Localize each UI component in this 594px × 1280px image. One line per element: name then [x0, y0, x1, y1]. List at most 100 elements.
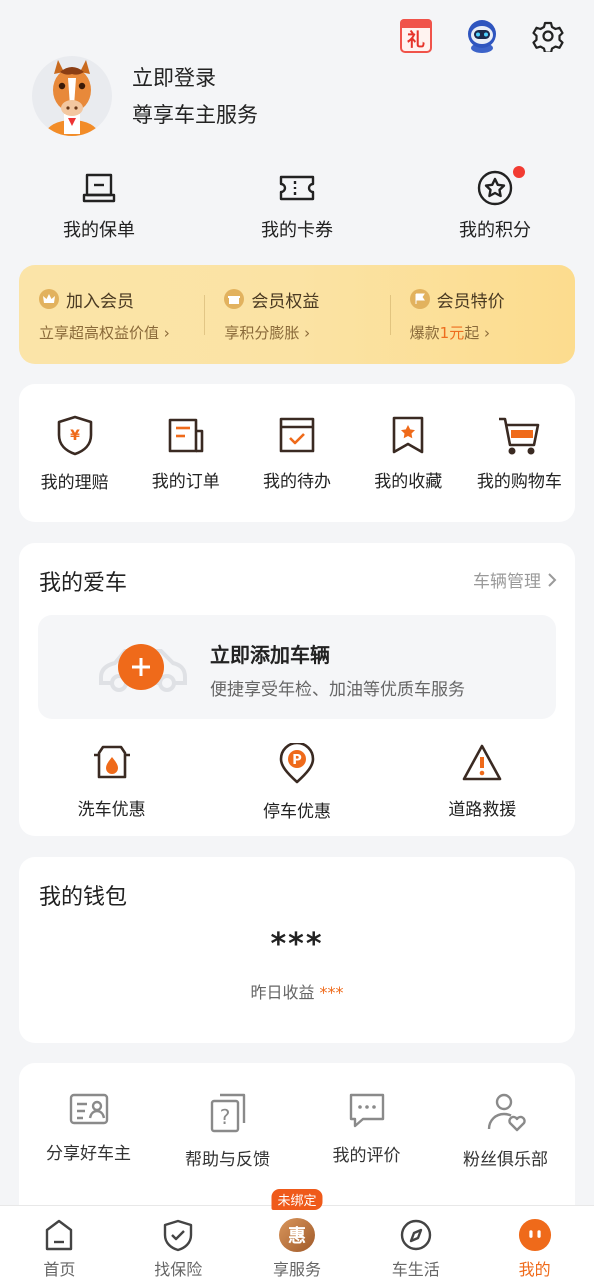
member-title: 加入会员 — [66, 291, 134, 312]
svg-text:¥: ¥ — [70, 428, 80, 444]
vehicle-manage-link[interactable]: 车辆管理 — [473, 567, 557, 592]
crown-icon — [39, 289, 59, 309]
wallet-card[interactable]: 我的钱包 *** 昨日收益 *** — [19, 857, 575, 1043]
service-label: 停车优惠 — [262, 802, 331, 822]
share-card-icon — [69, 1093, 108, 1125]
grid-label: 我的收藏 — [374, 471, 443, 492]
svg-text:?: ? — [219, 1105, 230, 1129]
quick-item-coupon[interactable]: 我的卡券 — [198, 168, 396, 242]
quick-label: 我的保单 — [63, 220, 135, 241]
grid-item-todo[interactable]: 我的待办 — [241, 415, 352, 492]
quick-label: 我的积分 — [459, 220, 531, 241]
service-parking[interactable]: P 停车优惠 — [204, 743, 389, 822]
grid-item-cart[interactable]: 我的购物车 — [464, 415, 575, 492]
order-icon — [168, 418, 204, 452]
coupon-icon — [277, 168, 317, 208]
car-wash-icon — [93, 745, 130, 779]
member-title: 会员特价 — [436, 291, 505, 312]
member-desc: 享积分膨胀 — [224, 323, 300, 342]
tool-share[interactable]: 分享好车主 — [19, 1091, 158, 1170]
tool-label: 粉丝俱乐部 — [463, 1150, 548, 1170]
grid-label: 我的订单 — [151, 471, 220, 492]
quick-item-policy[interactable]: 我的保单 — [0, 168, 198, 242]
orders-grid-card: ¥ 我的理赔 我的订单 我的待办 我的收藏 我的购物车 — [19, 384, 575, 522]
parking-icon: P — [279, 743, 315, 784]
gift-char: 礼 — [407, 30, 425, 51]
help-icon: ? — [210, 1093, 245, 1133]
yesterday-earnings: 昨日收益 *** — [19, 979, 575, 1003]
tab-label: 我的 — [518, 1260, 551, 1279]
service-hui-icon: 惠 — [278, 1218, 315, 1252]
flag-icon — [409, 289, 430, 309]
tab-me[interactable]: 我的 — [475, 1206, 594, 1280]
car-section-title: 我的爱车 — [39, 571, 128, 596]
gift-calendar-icon[interactable]: 礼 — [398, 18, 434, 54]
tool-label: 分享好车主 — [46, 1144, 131, 1164]
home-icon — [46, 1219, 73, 1251]
add-vehicle-plus-button[interactable] — [118, 644, 164, 690]
chevron-right-icon — [548, 572, 557, 587]
member-banner: 加入会员 立享超高权益价值 › 会员权益 享积分膨胀 › 会员特价 爆款1元起 … — [19, 265, 575, 364]
tab-insurance[interactable]: 找保险 — [119, 1206, 238, 1280]
tab-services[interactable]: 未绑定 惠 享服务 — [238, 1189, 357, 1280]
yesterday-value: *** — [319, 983, 344, 1002]
tool-help[interactable]: ? 帮助与反馈 — [158, 1091, 297, 1170]
tab-label: 找保险 — [154, 1260, 203, 1279]
service-label: 道路救援 — [448, 800, 517, 820]
login-link[interactable]: 立即登录 — [132, 63, 258, 93]
service-label: 洗车优惠 — [77, 800, 146, 820]
car-services: 洗车优惠 P 停车优惠 道路救援 — [19, 743, 575, 822]
favorite-icon — [392, 416, 424, 453]
grid-label: 我的理赔 — [40, 472, 109, 493]
profile-section[interactable]: 立即登录 尊享车主服务 — [32, 56, 258, 136]
grid-item-claim[interactable]: ¥ 我的理赔 — [19, 414, 130, 493]
settings-gear-icon[interactable] — [530, 18, 566, 54]
service-car-wash[interactable]: 洗车优惠 — [19, 743, 204, 822]
grid-item-favorites[interactable]: 我的收藏 — [353, 415, 464, 492]
quick-item-points[interactable]: 我的积分 — [396, 166, 594, 242]
wallet-title: 我的钱包 — [39, 885, 128, 910]
vehicle-manage-label: 车辆管理 — [473, 572, 541, 592]
profile-subtitle: 尊享车主服务 — [132, 102, 258, 127]
tab-car-life[interactable]: 车生活 — [356, 1206, 475, 1280]
tool-reviews[interactable]: 我的评价 — [297, 1091, 436, 1170]
grid-label: 我的购物车 — [476, 471, 562, 492]
member-benefits[interactable]: 会员权益 享积分膨胀 › — [204, 287, 389, 343]
service-road-rescue[interactable]: 道路救援 — [390, 743, 575, 822]
service-hui-char: 惠 — [287, 1226, 306, 1247]
member-join[interactable]: 加入会员 立享超高权益价值 › — [19, 287, 204, 343]
avatar[interactable] — [32, 56, 112, 136]
header-icons: 礼 — [398, 18, 566, 54]
claim-shield-icon: ¥ — [57, 415, 92, 455]
tool-fans-club[interactable]: 粉丝俱乐部 — [436, 1091, 575, 1170]
member-deals[interactable]: 会员特价 爆款1元起 › — [389, 287, 575, 343]
cart-icon — [499, 417, 540, 454]
my-car-card: 我的爱车 车辆管理 立即添加车辆 便捷享受年检、加油等优质车服务 洗车优惠 P … — [19, 543, 575, 836]
tool-label: 我的评价 — [332, 1146, 401, 1166]
unbound-badge: 未绑定 — [271, 1189, 323, 1210]
bottom-tab-bar: 首页 找保险 未绑定 惠 享服务 车生活 我的 — [0, 1189, 594, 1280]
fans-club-icon — [487, 1093, 526, 1132]
member-desc-prefix: 爆款 — [409, 323, 440, 342]
tab-label: 享服务 — [272, 1260, 321, 1279]
tab-label: 车生活 — [391, 1260, 440, 1279]
tool-label: 帮助与反馈 — [185, 1150, 270, 1170]
todo-icon — [279, 417, 315, 452]
grid-label: 我的待办 — [263, 471, 331, 492]
yesterday-label: 昨日收益 — [250, 983, 315, 1002]
quick-links: 我的保单 我的卡券 我的积分 — [0, 166, 594, 242]
tab-home[interactable]: 首页 — [0, 1206, 119, 1280]
me-face-icon — [518, 1218, 551, 1252]
add-vehicle-desc: 便捷享受年检、加油等优质车服务 — [210, 680, 465, 700]
warning-triangle-icon — [463, 744, 502, 781]
member-desc-highlight: 1元 — [439, 323, 465, 342]
insurance-shield-icon — [163, 1219, 193, 1252]
member-desc: 立享超高权益价值 — [39, 323, 160, 342]
svg-text:P: P — [292, 753, 302, 768]
robot-assistant-icon[interactable] — [464, 18, 500, 54]
wallet-amount: *** — [270, 927, 324, 962]
plus-icon — [132, 658, 150, 676]
notification-dot — [513, 166, 525, 178]
add-vehicle-card[interactable]: 立即添加车辆 便捷享受年检、加油等优质车服务 — [38, 615, 556, 719]
grid-item-orders[interactable]: 我的订单 — [130, 415, 241, 492]
